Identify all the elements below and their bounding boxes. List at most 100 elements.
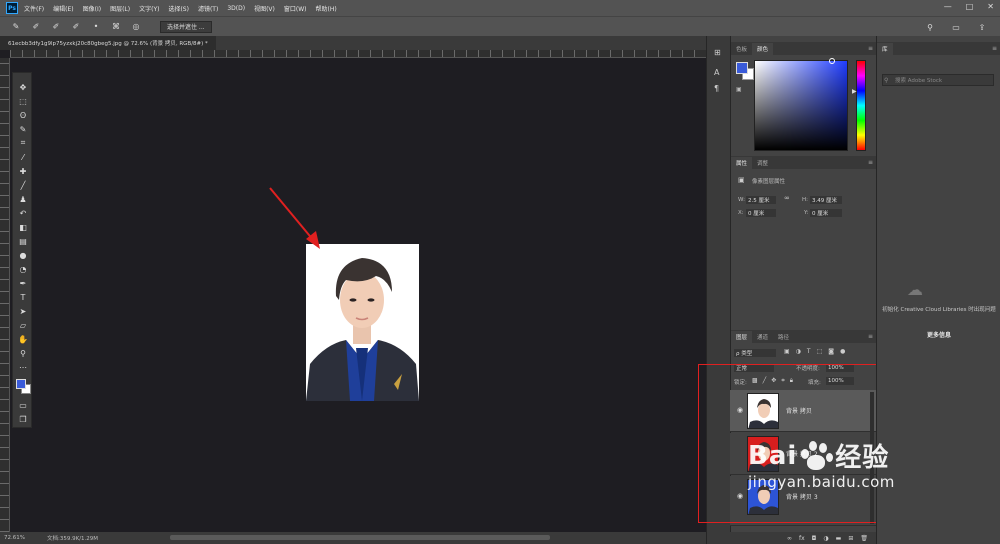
eyedropper-tool-icon[interactable]: ⁄: [16, 151, 30, 163]
y-field[interactable]: 0 厘米: [810, 209, 842, 217]
tab-layers[interactable]: 图层: [731, 331, 753, 343]
brush-size-icon[interactable]: •: [90, 21, 102, 33]
path-select-icon[interactable]: ➤: [16, 305, 30, 317]
sample-all-icon[interactable]: ⌘: [110, 21, 122, 33]
history-brush-icon[interactable]: ↶: [16, 207, 30, 219]
workspace-icon[interactable]: ▭: [950, 21, 962, 33]
search-icon[interactable]: ⚲: [924, 21, 936, 33]
menu-image[interactable]: 图像(I): [83, 4, 101, 13]
menu-type[interactable]: 文字(Y): [139, 4, 159, 13]
libraries-search-input[interactable]: 搜索 Adobe Stock: [882, 74, 994, 86]
quick-select-icon[interactable]: ✎: [16, 123, 30, 135]
panel-menu-icon[interactable]: ≡: [868, 159, 873, 166]
layer-filter-select[interactable]: ρ 类型: [734, 349, 776, 357]
crop-tool-icon[interactable]: ⌗: [16, 137, 30, 149]
zoom-level[interactable]: 72.61%: [4, 535, 25, 541]
document-info[interactable]: 文档:359.9K/1.29M: [47, 534, 98, 542]
tab-swatches[interactable]: 色板: [731, 43, 752, 55]
new-group-icon[interactable]: ▬: [836, 535, 842, 542]
close-button[interactable]: ✕: [987, 2, 994, 11]
filter-pixel-icon[interactable]: ▣: [784, 348, 790, 355]
quick-mask-icon[interactable]: ▭: [16, 399, 30, 411]
color-field[interactable]: [754, 58, 848, 151]
menu-edit[interactable]: 编辑(E): [53, 4, 73, 13]
tab-libraries[interactable]: 库: [877, 43, 893, 55]
tab-channels[interactable]: 通道: [752, 331, 773, 343]
color-picker-handle[interactable]: [829, 58, 835, 64]
portrait-photo[interactable]: [306, 244, 419, 401]
menu-filter[interactable]: 滤镜(T): [198, 4, 218, 13]
marquee-tool-icon[interactable]: ⬚: [16, 95, 30, 107]
gradient-tool-icon[interactable]: ▤: [16, 235, 30, 247]
brush-tool-icon[interactable]: ╱: [16, 179, 30, 191]
width-field[interactable]: 2.5 厘米: [746, 196, 776, 204]
filter-toggle-icon[interactable]: ●: [840, 348, 845, 355]
add-mask-icon[interactable]: ◘: [812, 535, 817, 542]
foreground-color-swatch[interactable]: [16, 379, 26, 389]
more-tools-icon[interactable]: ⋯: [16, 361, 30, 373]
menu-file[interactable]: 文件(F): [24, 4, 44, 13]
panel-menu-icon[interactable]: ≡: [992, 45, 997, 52]
zoom-tool-icon[interactable]: ⚲: [16, 347, 30, 359]
clone-stamp-icon[interactable]: ♟: [16, 193, 30, 205]
libraries-tabs: 库 ≡: [877, 42, 1000, 55]
pen-tool-icon[interactable]: ✒: [16, 277, 30, 289]
character-icon[interactable]: A: [714, 68, 719, 77]
menu-view[interactable]: 视图(V): [254, 4, 275, 13]
delete-layer-icon[interactable]: 🗑︎: [860, 535, 868, 542]
menu-layer[interactable]: 图层(L): [110, 4, 130, 13]
minimize-button[interactable]: —: [944, 2, 952, 11]
panel-menu-icon[interactable]: ≡: [868, 333, 873, 340]
eraser-tool-icon[interactable]: ◧: [16, 221, 30, 233]
link-icon[interactable]: ∞: [784, 194, 790, 202]
new-selection-icon[interactable]: ✐: [30, 21, 42, 33]
paragraph-icon[interactable]: ¶: [714, 84, 719, 93]
tab-paths[interactable]: 路径: [773, 331, 794, 343]
tab-color[interactable]: 颜色: [752, 43, 774, 55]
hue-slider[interactable]: [856, 60, 866, 151]
more-info-link[interactable]: 更多信息: [927, 330, 951, 339]
tab-properties[interactable]: 属性: [731, 157, 753, 169]
menu-3d[interactable]: 3D(D): [227, 5, 245, 12]
adjustment-layer-icon[interactable]: ◑: [823, 535, 828, 542]
menu-window[interactable]: 窗口(W): [284, 4, 307, 13]
screen-mode-icon[interactable]: ❐: [16, 413, 30, 425]
new-layer-icon[interactable]: ⊞: [848, 535, 853, 542]
vertical-ruler[interactable]: [0, 58, 10, 532]
horizontal-ruler[interactable]: [10, 50, 706, 58]
tab-adjustments[interactable]: 调整: [752, 157, 773, 169]
foreground-color[interactable]: [736, 62, 748, 74]
horizontal-scrollbar[interactable]: [170, 535, 550, 540]
maximize-button[interactable]: □: [966, 2, 974, 11]
dodge-tool-icon[interactable]: ◔: [16, 263, 30, 275]
link-layers-icon[interactable]: ∞: [787, 535, 792, 542]
filter-smart-icon[interactable]: ◙: [828, 348, 834, 355]
type-tool-icon[interactable]: T: [16, 291, 30, 303]
height-field[interactable]: 3.49 厘米: [810, 196, 842, 204]
menu-select[interactable]: 选择(S): [168, 4, 189, 13]
hand-tool-icon[interactable]: ✋: [16, 333, 30, 345]
width-label: W:: [738, 197, 745, 203]
filter-type-icon[interactable]: T: [807, 348, 811, 355]
select-and-mask-button[interactable]: 选择并遮住 ...: [160, 20, 212, 33]
menu-help[interactable]: 帮助(H): [316, 4, 337, 13]
blur-tool-icon[interactable]: ●: [16, 249, 30, 261]
subtract-selection-icon[interactable]: ✐: [70, 21, 82, 33]
history-icon[interactable]: ⊞: [714, 48, 721, 57]
layer-type-label: 像素图层属性: [752, 179, 786, 185]
healing-brush-icon[interactable]: ✚: [16, 165, 30, 177]
filter-shape-icon[interactable]: ⬚: [817, 348, 823, 355]
share-icon[interactable]: ⇪: [976, 21, 988, 33]
y-label: Y:: [804, 210, 809, 216]
filter-adjust-icon[interactable]: ◑: [796, 348, 801, 355]
move-tool-icon[interactable]: ✥: [16, 81, 30, 93]
add-selection-icon[interactable]: ✐: [50, 21, 62, 33]
fx-icon[interactable]: fx: [799, 535, 805, 542]
quick-select-tool-icon[interactable]: ✎: [10, 21, 22, 33]
lasso-tool-icon[interactable]: ʘ: [16, 109, 30, 121]
x-field[interactable]: 0 厘米: [746, 209, 776, 217]
document-tab[interactable]: 61ecbb3dfy1g9lp75yzxkj20c80gbeg5.jpg @ 7…: [0, 36, 216, 50]
shape-tool-icon[interactable]: ▱: [16, 319, 30, 331]
enhance-edge-icon[interactable]: ◎: [130, 21, 142, 33]
panel-menu-icon[interactable]: ≡: [868, 45, 873, 52]
